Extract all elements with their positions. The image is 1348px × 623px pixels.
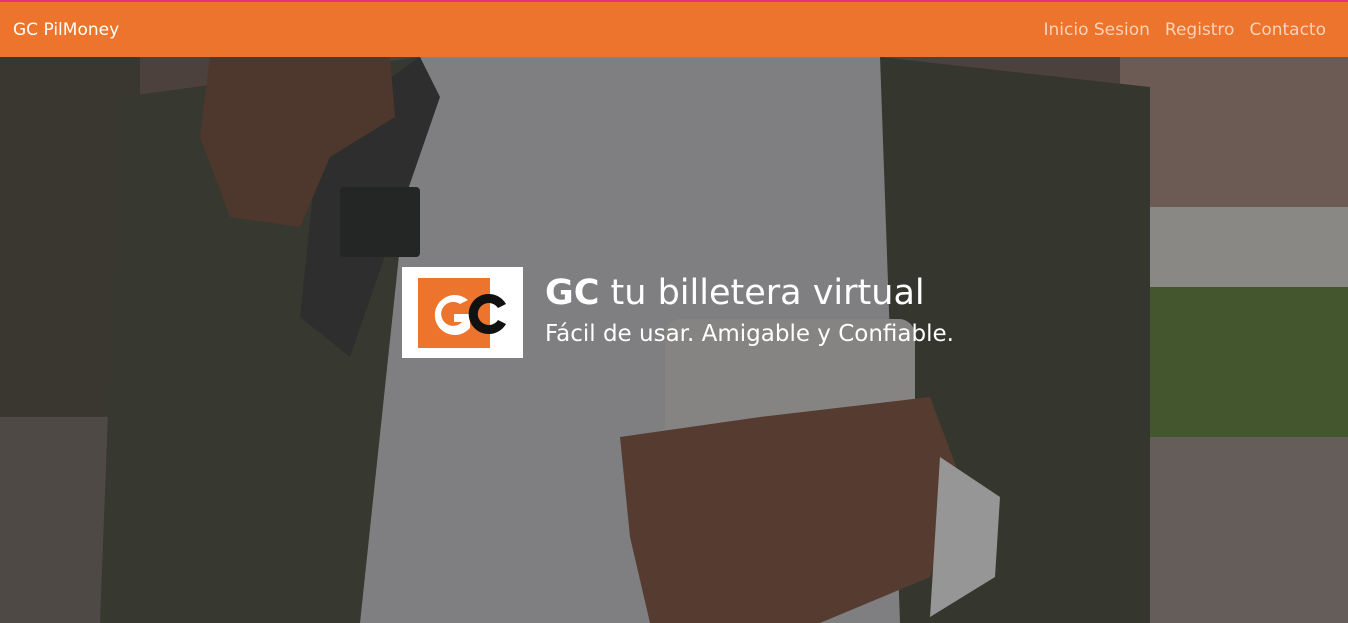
gc-logo-icon bbox=[417, 277, 506, 348]
nav-links: Inicio Sesion Registro Contacto bbox=[1043, 20, 1326, 40]
headline-brand: GC bbox=[545, 273, 600, 313]
nav-link-contacto[interactable]: Contacto bbox=[1249, 20, 1326, 40]
hero-content: GC tu billetera virtual Fácil de usar. A… bbox=[402, 267, 954, 358]
hero-subtitle: Fácil de usar. Amigable y Confiable. bbox=[545, 321, 954, 347]
hero-headline: GC tu billetera virtual bbox=[545, 271, 954, 315]
headline-rest: tu billetera virtual bbox=[599, 273, 925, 313]
nav-link-inicio-sesion[interactable]: Inicio Sesion bbox=[1043, 20, 1149, 40]
nav-link-registro[interactable]: Registro bbox=[1165, 20, 1235, 40]
navbar: GC PilMoney Inicio Sesion Registro Conta… bbox=[0, 2, 1348, 57]
brand-link[interactable]: GC PilMoney bbox=[13, 20, 119, 40]
hero-texts: GC tu billetera virtual Fácil de usar. A… bbox=[545, 267, 954, 349]
gc-logo bbox=[402, 267, 523, 358]
